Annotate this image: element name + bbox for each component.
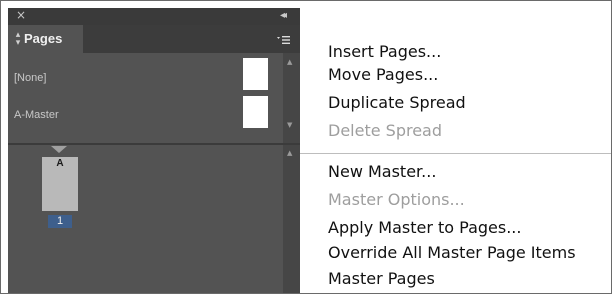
panel-title-bar: × ◂◂	[8, 8, 300, 25]
panel-tab-row: ▴ ▾ Pages	[8, 25, 300, 53]
menu-item-new-master[interactable]: New Master...	[328, 161, 436, 183]
close-icon[interactable]: ×	[16, 8, 26, 23]
menu-item-duplicate-spread[interactable]: Duplicate Spread	[328, 92, 466, 114]
menu-top-area	[300, 8, 612, 36]
menu-item-delete-spread: Delete Spread	[328, 121, 442, 140]
menu-separator	[300, 153, 612, 154]
page-master-prefix: A	[56, 158, 64, 169]
scroll-up-arrow-icon[interactable]: ▲	[287, 58, 292, 66]
master-label-a-master: A-Master	[14, 109, 59, 121]
pages-section: A 1	[8, 145, 283, 294]
double-chevron-left-icon[interactable]: ◂◂	[280, 8, 287, 23]
scroll-up-arrow-icon[interactable]: ▲	[287, 149, 292, 157]
panel-menu-icon[interactable]	[277, 35, 291, 47]
masters-section: [None] A-Master	[8, 53, 283, 143]
menu-item-master-options: Master Options...	[328, 190, 465, 209]
menu-item-apply-master[interactable]: Apply Master to Pages...	[328, 217, 521, 239]
app-window: × ◂◂ ▴ ▾ Pages [None] A-Master ▲ ▼ A 1 ▲…	[0, 0, 612, 294]
menu-item-move-pages[interactable]: Move Pages...	[328, 64, 438, 86]
updown-arrows-icon: ▴ ▾	[15, 30, 21, 48]
pages-scrollbar[interactable]: ▲	[283, 145, 300, 294]
scroll-down-arrow-icon[interactable]: ▼	[287, 121, 292, 129]
page-thumbnail[interactable]: A	[42, 157, 78, 211]
panel-flyout-menu: Insert Pages... Move Pages... Duplicate …	[300, 36, 612, 294]
pages-panel: × ◂◂ ▴ ▾ Pages [None] A-Master ▲ ▼ A 1 ▲	[8, 8, 300, 294]
master-thumbnail-none[interactable]	[243, 58, 268, 90]
menu-item-insert-pages[interactable]: Insert Pages...	[328, 41, 441, 63]
tab-pages[interactable]: ▴ ▾ Pages	[8, 25, 83, 53]
tab-pages-label: Pages	[24, 31, 63, 46]
masters-scrollbar[interactable]: ▲ ▼	[283, 53, 300, 143]
menu-item-master-pages[interactable]: Master Pages	[328, 268, 435, 290]
master-thumbnail-a[interactable]	[243, 96, 268, 128]
master-label-none: [None]	[14, 72, 47, 84]
page-number-label[interactable]: 1	[48, 215, 72, 228]
page-indicator-arrow-icon	[51, 146, 67, 153]
menu-item-override-master-items[interactable]: Override All Master Page Items	[328, 242, 576, 264]
